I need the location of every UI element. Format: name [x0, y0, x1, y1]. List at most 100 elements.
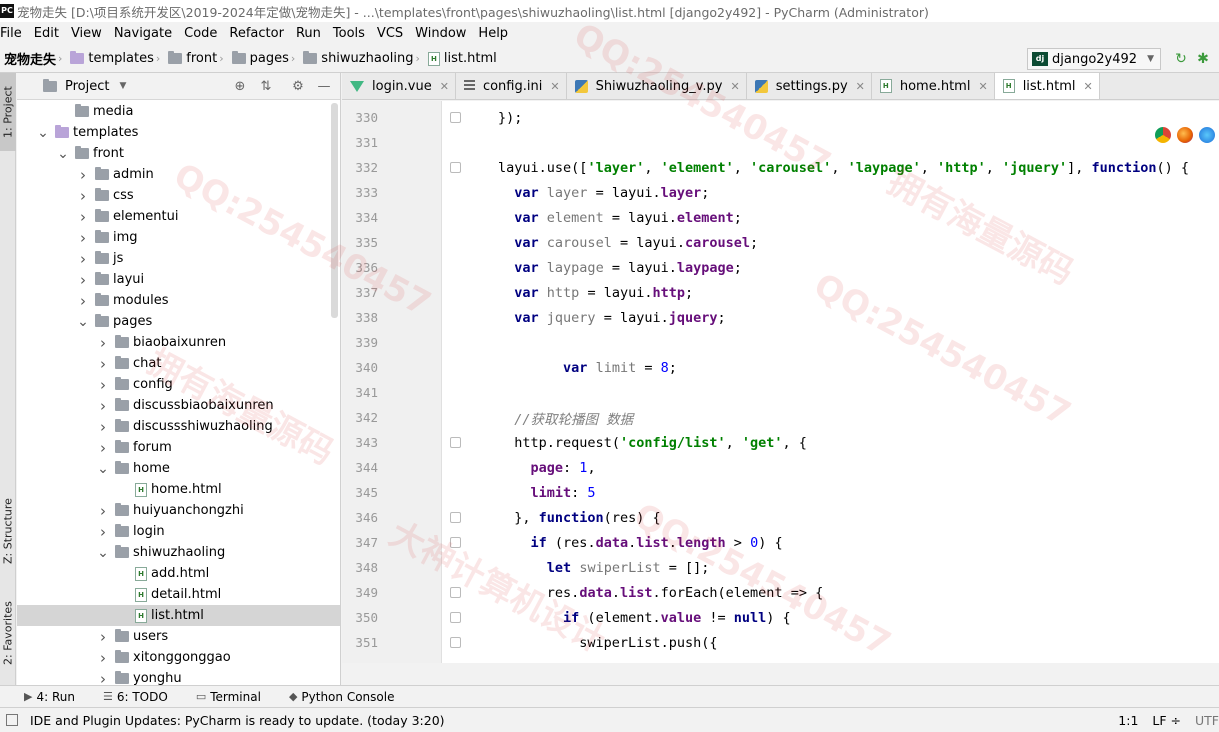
project-tree-scrollbar[interactable] [331, 103, 338, 318]
chevron-right-icon[interactable]: › [77, 271, 89, 289]
chevron-right-icon[interactable]: › [77, 292, 89, 310]
chevron-right-icon[interactable]: › [97, 628, 109, 646]
status-toggle-icon[interactable] [6, 714, 18, 726]
menu-edit[interactable]: Edit [28, 26, 65, 41]
tree-item-discussbiaobaixunren[interactable]: › discussbiaobaixunren [17, 395, 340, 416]
tree-item-elementui[interactable]: › elementui [17, 206, 340, 227]
tree-item-biaobaixunren[interactable]: › biaobaixunren [17, 332, 340, 353]
fold-marker-icon[interactable] [450, 637, 461, 648]
close-icon[interactable]: ✕ [731, 80, 740, 93]
safari-icon[interactable] [1199, 127, 1215, 143]
code-line[interactable]: 332 layui.use(['layer', 'element', 'carou… [342, 155, 1219, 180]
tool-window-favorites[interactable]: 2: Favorites [0, 591, 16, 675]
tree-item-yonghu[interactable]: › yonghu [17, 668, 340, 686]
menu-tools[interactable]: Tools [327, 26, 371, 41]
tree-item-forum[interactable]: › forum [17, 437, 340, 458]
tree-item-css[interactable]: › css [17, 185, 340, 206]
chrome-icon[interactable] [1155, 127, 1171, 143]
tree-item-config[interactable]: › config [17, 374, 340, 395]
fold-marker-icon[interactable] [450, 587, 461, 598]
minimize-icon[interactable]: — [316, 79, 332, 94]
tree-item-add-html[interactable]: ›Hadd.html [17, 563, 340, 584]
code-line[interactable]: 349 res.data.list.forEach(element => { [342, 580, 1219, 605]
breadcrumb-item[interactable]: front › [168, 51, 227, 66]
menu-navigate[interactable]: Navigate [108, 26, 178, 41]
code-line[interactable]: 340 var limit = 8; [342, 355, 1219, 380]
bottom-tab-python-console[interactable]: ◆ Python Console [289, 690, 395, 704]
code-text[interactable]: var jquery = layui.jquery; [498, 310, 725, 326]
breadcrumb-item[interactable]: shiwuzhaoling › [303, 51, 424, 66]
chevron-right-icon[interactable]: › [77, 208, 89, 226]
code-line[interactable]: 334 var element = layui.element; [342, 205, 1219, 230]
code-line[interactable]: 347 if (res.data.list.length > 0) { [342, 530, 1219, 555]
breadcrumb-item[interactable]: pages › [231, 51, 300, 66]
debug-bug-icon[interactable]: ✱ [1195, 51, 1211, 67]
code-text[interactable]: var carousel = layui.carousel; [498, 235, 758, 251]
code-text[interactable]: var layer = layui.layer; [498, 185, 709, 201]
code-text[interactable]: if (element.value != null) { [498, 610, 791, 626]
menu-file[interactable]: File [0, 26, 28, 41]
code-line[interactable]: 338 var jquery = layui.jquery; [342, 305, 1219, 330]
menu-window[interactable]: Window [409, 26, 472, 41]
chevron-down-icon[interactable]: ⌄ [97, 546, 109, 560]
tree-item-shiwuzhaoling[interactable]: ⌄ shiwuzhaoling [17, 542, 340, 563]
tree-item-list-html[interactable]: ›Hlist.html [17, 605, 340, 626]
tree-item-huiyuanchongzhi[interactable]: › huiyuanchongzhi [17, 500, 340, 521]
code-line[interactable]: 341 [342, 380, 1219, 405]
menu-vcs[interactable]: VCS [371, 26, 409, 41]
tree-item-login[interactable]: › login [17, 521, 340, 542]
close-icon[interactable]: ✕ [856, 80, 865, 93]
code-text[interactable]: var http = layui.http; [498, 285, 693, 301]
locate-target-icon[interactable]: ⊕ [232, 79, 248, 94]
code-text[interactable]: //获取轮播图 数据 [498, 408, 633, 428]
fold-marker-icon[interactable] [450, 512, 461, 523]
chevron-down-icon[interactable]: ⌄ [77, 315, 89, 329]
chevron-right-icon[interactable]: › [77, 250, 89, 268]
tree-item-modules[interactable]: › modules [17, 290, 340, 311]
menu-help[interactable]: Help [472, 26, 514, 41]
bottom-tab-4-run[interactable]: ▶ 4: Run [24, 690, 75, 704]
status-message[interactable]: IDE and Plugin Updates: PyCharm is ready… [30, 713, 445, 728]
code-line[interactable]: 342 //获取轮播图 数据 [342, 405, 1219, 430]
chevron-right-icon[interactable]: › [97, 523, 109, 541]
code-text[interactable]: var laypage = layui.laypage; [498, 260, 742, 276]
tab-list-html[interactable]: Hlist.html ✕ [994, 73, 1100, 99]
line-separator[interactable]: LF ÷ [1152, 713, 1181, 728]
code-text[interactable]: swiperList.push({ [498, 635, 717, 651]
tool-window-project[interactable]: 1: Project [0, 73, 16, 151]
code-text[interactable]: layui.use(['layer', 'element', 'carousel… [498, 160, 1189, 176]
bottom-tab-6-todo[interactable]: ☰ 6: TODO [103, 690, 168, 704]
tree-item-chat[interactable]: › chat [17, 353, 340, 374]
chevron-down-icon[interactable]: ⌄ [37, 126, 49, 140]
caret-position[interactable]: 1:1 [1118, 713, 1138, 728]
code-text[interactable]: http.request('config/list', 'get', { [498, 435, 807, 451]
code-line[interactable]: 346 }, function(res) { [342, 505, 1219, 530]
chevron-down-icon[interactable]: ⌄ [57, 147, 69, 161]
tool-window-structure[interactable]: Z: Structure [0, 491, 16, 571]
code-line[interactable]: 337 var http = layui.http; [342, 280, 1219, 305]
chevron-right-icon[interactable]: › [97, 649, 109, 667]
fold-marker-icon[interactable] [450, 612, 461, 623]
code-line[interactable]: 333 var layer = layui.layer; [342, 180, 1219, 205]
breadcrumb-item[interactable]: 宠物走失 › [4, 49, 66, 68]
tree-item-img[interactable]: › img [17, 227, 340, 248]
code-text[interactable]: res.data.list.forEach(element => { [498, 585, 823, 601]
close-icon[interactable]: ✕ [440, 80, 449, 93]
code-line[interactable]: 345 limit: 5 [342, 480, 1219, 505]
bottom-tab-terminal[interactable]: ▭ Terminal [196, 690, 261, 704]
tab-shiwuzhaoling-v-py[interactable]: Shiwuzhaoling_v.py ✕ [566, 73, 747, 99]
close-icon[interactable]: ✕ [978, 80, 987, 93]
tree-item-layui[interactable]: › layui [17, 269, 340, 290]
tree-item-templates[interactable]: ⌄ templates [17, 122, 340, 143]
tab-settings-py[interactable]: settings.py ✕ [746, 73, 872, 99]
breadcrumb-item[interactable]: templates › [70, 51, 164, 66]
tab-config-ini[interactable]: config.ini ✕ [455, 73, 567, 99]
tree-item-discussshiwuzhaoling[interactable]: › discussshiwuzhaoling [17, 416, 340, 437]
tree-item-home-html[interactable]: ›Hhome.html [17, 479, 340, 500]
breadcrumb-item[interactable]: Hlist.html [427, 51, 497, 66]
code-text[interactable]: limit: 5 [498, 485, 596, 501]
code-text[interactable]: if (res.data.list.length > 0) { [498, 535, 783, 551]
chevron-right-icon[interactable]: › [97, 439, 109, 457]
chevron-right-icon[interactable]: › [77, 166, 89, 184]
tab-home-html[interactable]: Hhome.html ✕ [871, 73, 995, 99]
